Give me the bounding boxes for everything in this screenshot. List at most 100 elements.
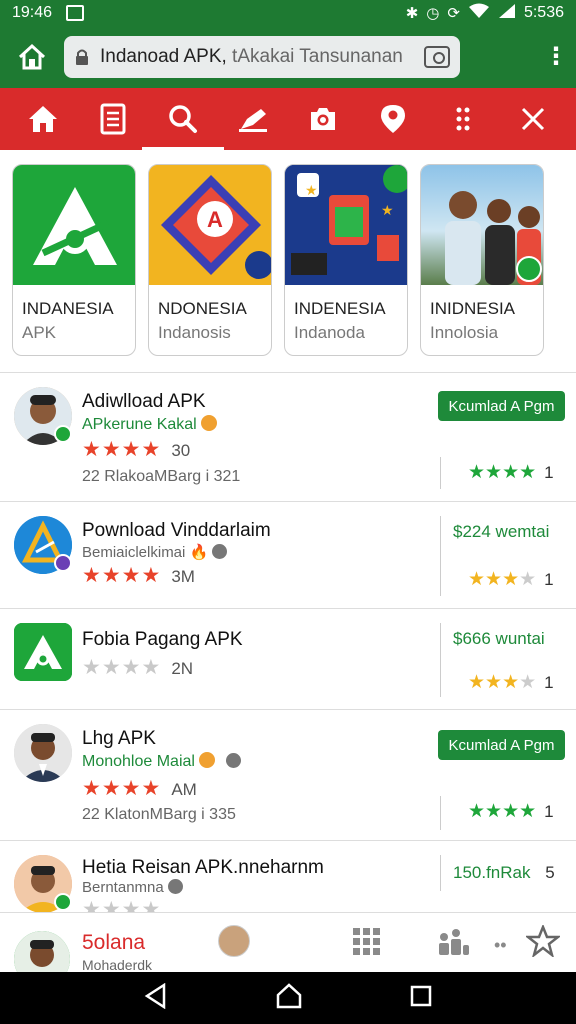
svg-text:A: A [207,207,223,232]
people-icon[interactable] [436,927,470,962]
recents-button[interactable] [410,985,432,1012]
card-subtitle: APK [22,323,57,342]
sync-icon: ⟳ [447,5,460,22]
list-item[interactable]: Adiwlload APK APkerune Kakal ★★★★ 30 22 R… [0,373,576,501]
toolbar-home-button[interactable] [20,96,66,142]
app-price: $666 wuntai [453,629,545,648]
app-publisher: Bemiaiclelkimai [82,544,186,561]
grid-icon[interactable] [352,927,382,962]
featured-card[interactable]: INIDNESIA Innolosia [420,164,544,356]
score-stars: ★★★★ 1 [468,569,554,590]
card-subtitle: Innolosia [430,323,499,342]
notification-icon [66,5,85,21]
link-icon [212,544,228,559]
location-pin-icon [381,105,405,133]
status-time: 19:46 [12,4,53,21]
rating-stars: ★★★★ 3M [82,564,195,587]
app-title: Lhg APK [82,728,156,749]
toolbar-camera-button[interactable] [300,96,346,142]
lock-icon [76,49,88,65]
search-icon [169,105,197,133]
download-button[interactable]: Kcumlad A Pgm [438,391,565,421]
download-button[interactable]: Kcumlad A Pgm [438,730,565,760]
card-title: INIDNESIA [430,299,516,318]
app-icon [14,623,72,681]
url-text: Indanoad APK, [100,46,227,67]
star-icon[interactable] [524,923,562,962]
profile-subtitle: Mohaderdk [82,957,153,973]
url-hint: tAkakai Tansunanan [226,46,403,67]
recents-icon [411,985,432,1006]
app-toolbar [0,88,576,151]
vertical-divider [440,457,441,489]
home-nav-button[interactable] [275,982,303,1014]
svg-text:★: ★ [381,202,394,218]
contact-avatar[interactable] [218,925,250,957]
document-icon [100,103,126,135]
home-button[interactable] [12,37,52,77]
flame-icon: 🔥 [189,544,209,561]
card-image [13,165,135,285]
game-art-icon: A [149,165,271,285]
apk-logo-icon [33,187,117,265]
vertical-divider [440,623,441,697]
vertical-divider [440,796,441,830]
app-publisher: APkerune Kakal [82,416,197,433]
camera-icon [311,108,335,130]
profile-name: 5olana [82,931,146,954]
game-art-icon: ★★ [285,165,407,285]
vertical-divider [440,855,441,891]
toolbar-edit-button[interactable] [230,96,276,142]
rating-count: 30 [171,441,191,460]
list-item[interactable]: Fobia Pagang APK ★★★★ 2N $666 wuntai ★★★★… [0,609,576,709]
back-icon [144,982,165,1009]
toolbar-apps-button[interactable] [440,96,486,142]
featured-card[interactable]: INDANESIA APK [12,164,136,356]
url-field[interactable]: Indanoad APK, tAkakai Tansunanan [64,36,460,78]
card-subtitle: Indanoda [294,323,365,342]
system-navigation-bar [0,972,576,1024]
toolbar-list-button[interactable] [90,96,136,142]
toolbar-search-button[interactable] [142,96,224,151]
list-item[interactable]: Lhg APK Monohloe Maial ★★★★ AM 22 KlatonM… [0,710,576,840]
screenshot-icon[interactable] [424,46,450,68]
reward-icon [199,752,216,768]
rating-stars: ★★★★ 2N [82,656,194,679]
edit-icon [239,109,267,132]
more-icon[interactable]: •• [494,935,507,956]
rating-stars: ★★★★ [82,898,162,912]
home-icon [18,43,46,70]
overflow-menu-icon[interactable]: ⋮ [544,45,568,69]
featured-card[interactable]: A NDONESIA Indanosis [148,164,272,356]
score-stars: ★★★★ 1 [468,801,554,822]
reward-icon [201,415,218,431]
list-item[interactable]: Hetia Reisan APK.nneharnm Berntanmna ★★★… [0,841,576,912]
link-icon [225,753,241,768]
avatar [14,724,72,782]
battery-text: 5:536 [523,4,564,21]
rating-count: AM [171,780,197,799]
bluetooth-icon: ✱ [405,5,419,22]
card-image [421,165,543,285]
score-number: 1 [544,570,554,589]
app-title: Hetia Reisan APK.nneharnm [82,857,324,878]
app-meta: 22 KlatonMBarg i 335 [82,806,236,823]
list-item[interactable]: Pownload Vinddarlaim Bemiaiclelkimai 🔥 ★… [0,502,576,608]
svg-text:★: ★ [305,182,318,198]
home-icon [29,106,57,132]
rating-count: 3M [171,567,195,586]
card-image: A [149,165,271,285]
browser-url-bar: Indanoad APK, tAkakai Tansunanan ⋮ [0,26,576,88]
score-number: 1 [544,802,554,821]
shuffle-badge-icon [54,554,72,572]
rating-stars: ★★★★ 30 [82,438,191,461]
toolbar-close-button[interactable] [510,96,556,142]
back-button[interactable] [144,982,168,1014]
link-icon [167,879,183,894]
score-number: 5 [545,863,555,882]
featured-carousel: INDANESIA APK A NDONESIA Indanosis ★ ★ IN… [12,164,576,358]
featured-card[interactable]: ★ ★ INDENESIA Indanoda [284,164,408,356]
toolbar-location-button[interactable] [370,96,416,142]
app-price: 150.fnRak [453,863,531,882]
rating-count: 2N [171,659,194,678]
